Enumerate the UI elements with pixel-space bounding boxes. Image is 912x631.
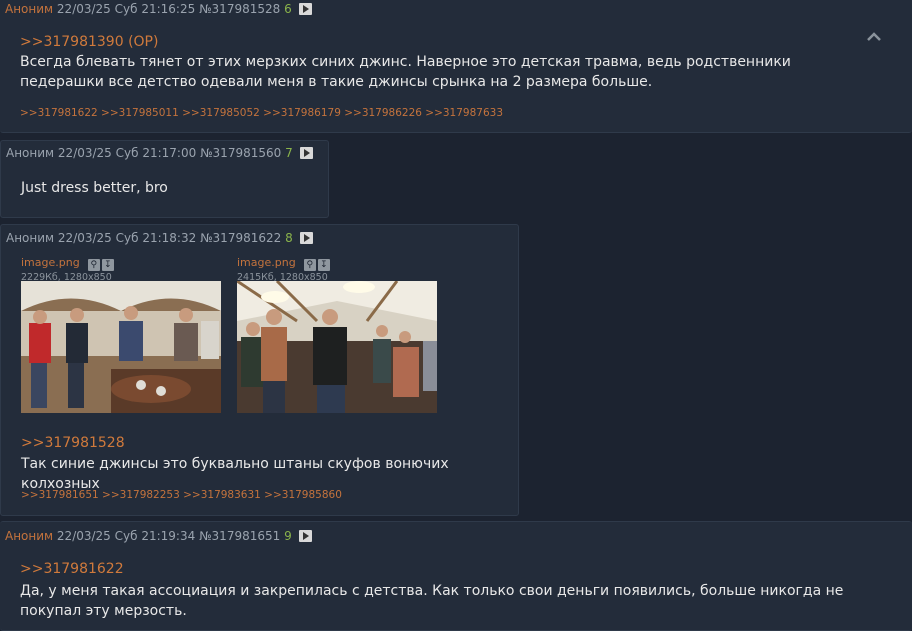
post-number[interactable]: №317981622	[200, 231, 281, 245]
file-attachment: image.png ⚲ ↧ 2229Кб, 1280x850	[21, 251, 116, 284]
post-text: Да, у меня такая ассоциация и закрепилас…	[20, 583, 844, 619]
post-number[interactable]: №317981560	[200, 146, 281, 160]
poster-name[interactable]: Аноним	[6, 231, 54, 245]
download-icon[interactable]: ↧	[317, 259, 330, 271]
backlinks[interactable]: >>317981651 >>317982253 >>317983631 >>31…	[21, 489, 342, 501]
poster-name[interactable]: Аноним	[5, 529, 53, 543]
post-header: Аноним 22/03/25 Суб 21:19:34 №317981651 …	[5, 527, 312, 545]
post-317981622: Аноним 22/03/25 Суб 21:18:32 №317981622 …	[0, 224, 519, 516]
post-header: Аноним 22/03/25 Суб 21:18:32 №317981622 …	[6, 229, 313, 247]
reply-link[interactable]: >>317981528	[21, 435, 125, 451]
search-icon[interactable]: ⚲	[303, 259, 316, 271]
post-number[interactable]: №317981651	[199, 529, 280, 543]
post-text: Just dress better, bro	[21, 180, 168, 196]
post-count: 9	[284, 529, 292, 543]
reply-link[interactable]: >>317981622	[20, 561, 124, 577]
download-icon[interactable]: ↧	[101, 259, 114, 271]
post-count: 7	[285, 146, 293, 160]
post-date: 22/03/25 Суб 21:17:00	[57, 146, 197, 160]
post-header: Аноним 22/03/25 Суб 21:16:25 №317981528 …	[5, 0, 312, 18]
image-thumbnail[interactable]	[21, 281, 221, 413]
post-317981651: Аноним 22/03/25 Суб 21:19:34 №317981651 …	[0, 521, 912, 631]
post-number[interactable]: №317981528	[199, 2, 280, 16]
poster-name[interactable]: Аноним	[6, 146, 54, 160]
chevron-up-icon[interactable]	[866, 32, 882, 42]
post-317981560: Аноним 22/03/25 Суб 21:17:00 №317981560 …	[0, 140, 329, 218]
thread: Аноним 22/03/25 Суб 21:16:25 №317981528 …	[0, 0, 912, 631]
image-thumbnail[interactable]	[237, 281, 437, 413]
search-icon[interactable]: ⚲	[87, 259, 100, 271]
post-count: 8	[285, 231, 293, 245]
play-icon[interactable]	[299, 232, 313, 244]
post-date: 22/03/25 Суб 21:18:32	[57, 231, 197, 245]
poster-name[interactable]: Аноним	[5, 2, 53, 16]
file-name[interactable]: image.png	[237, 256, 296, 269]
post-text: Всегда блевать тянет от этих мерзких син…	[20, 54, 791, 90]
post-date: 22/03/25 Суб 21:16:25	[56, 2, 196, 16]
file-attachment: image.png ⚲ ↧ 2415Кб, 1280x850	[237, 251, 332, 284]
reply-link[interactable]: >>317981390 (OP)	[20, 34, 158, 50]
post-date: 22/03/25 Суб 21:19:34	[56, 529, 196, 543]
file-name[interactable]: image.png	[21, 256, 80, 269]
post-text: Так синие джинсы это буквально штаны ску…	[21, 456, 449, 492]
post-317981528: Аноним 22/03/25 Суб 21:16:25 №317981528 …	[0, 0, 912, 133]
post-header: Аноним 22/03/25 Суб 21:17:00 №317981560 …	[6, 144, 313, 162]
play-icon[interactable]	[299, 147, 313, 159]
play-icon[interactable]	[298, 530, 312, 542]
backlinks[interactable]: >>317981622 >>317985011 >>317985052 >>31…	[20, 107, 503, 119]
post-count: 6	[284, 2, 292, 16]
play-icon[interactable]	[298, 3, 312, 15]
